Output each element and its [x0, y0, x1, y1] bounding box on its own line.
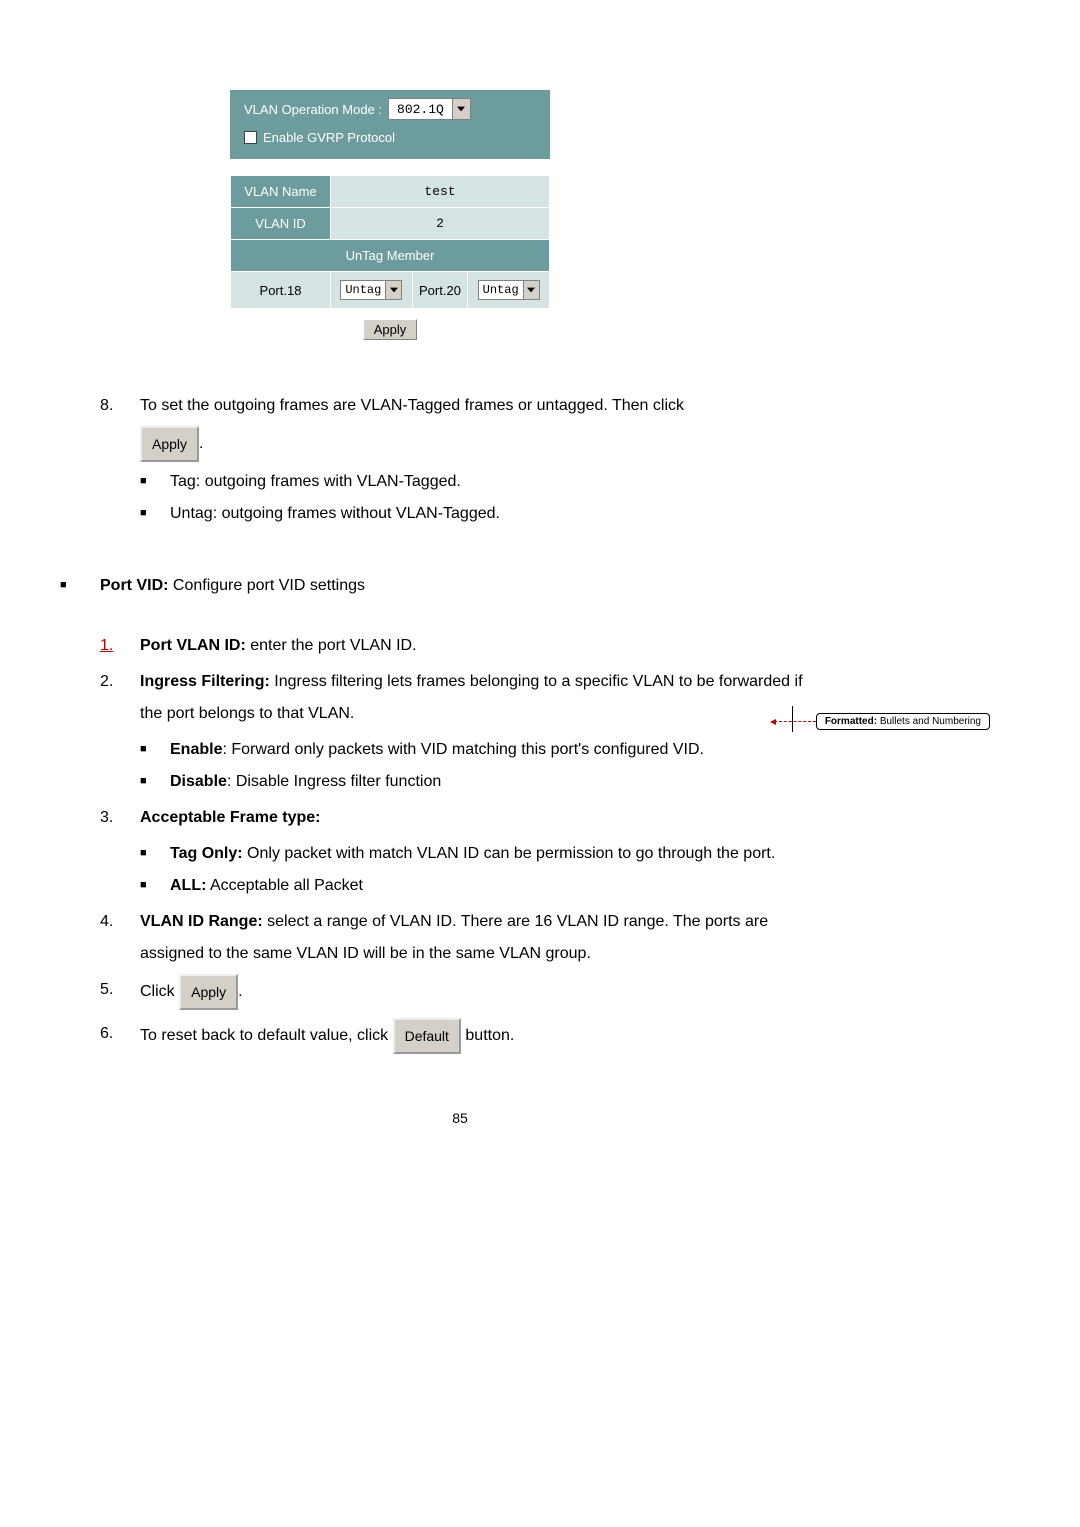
revision-bubble: Formatted: Bullets and Numbering [816, 713, 990, 730]
vlan-id-header: VLAN ID [231, 208, 331, 240]
chevron-down-icon [385, 281, 401, 299]
untag-member-header: UnTag Member [231, 240, 550, 272]
item1-bold: Port VLAN ID: [140, 637, 246, 654]
item5-number: 5. [100, 974, 140, 1010]
step8-text: To set the outgoing frames are VLAN-Tagg… [140, 397, 684, 414]
step8-bullet-tag: Tag: outgoing frames with VLAN-Tagged. [170, 466, 461, 498]
item4-bold: VLAN ID Range: [140, 913, 263, 930]
apply-button[interactable]: Apply [363, 319, 418, 340]
mode-label: VLAN Operation Mode : [244, 102, 382, 117]
apply-button-inline[interactable]: Apply [140, 426, 199, 462]
vlan-name-value: test [331, 176, 550, 208]
step8-number: 8. [100, 390, 140, 422]
item2-b1-rest: : Forward only packets with VID matching… [222, 741, 703, 758]
item2-number: 2. [100, 666, 140, 730]
chevron-down-icon [523, 281, 539, 299]
revision-rest: Bullets and Numbering [877, 716, 981, 727]
vlan-id-value: 2 [331, 208, 550, 240]
vlan-name-header: VLAN Name [231, 176, 331, 208]
item2-b2-rest: : Disable Ingress filter function [227, 773, 441, 790]
item6-text-a: To reset back to default value, click [140, 1027, 393, 1044]
portvid-rest: Configure port VID settings [168, 577, 365, 594]
chevron-down-icon [452, 99, 470, 119]
item3-b1-bold: Tag Only: [170, 845, 243, 862]
bullet-icon [140, 766, 170, 798]
page-number: 85 [100, 1104, 820, 1132]
port20-select[interactable]: Untag [478, 280, 540, 300]
bullet-icon [140, 498, 170, 530]
step8-period: . [199, 435, 203, 452]
default-button-inline[interactable]: Default [393, 1018, 461, 1054]
revision-leader-line [774, 721, 816, 722]
step8-bullet-untag: Untag: outgoing frames without VLAN-Tagg… [170, 498, 500, 530]
port20-label: Port.20 [412, 272, 468, 309]
item2-b1-bold: Enable [170, 741, 222, 758]
port18-label: Port.18 [231, 272, 331, 309]
gvrp-label: Enable GVRP Protocol [263, 130, 395, 145]
item1-rest: enter the port VLAN ID. [246, 637, 417, 654]
port18-value: Untag [341, 283, 385, 297]
item3-number: 3. [100, 802, 140, 834]
bullet-icon [140, 466, 170, 498]
document-body: 8. To set the outgoing frames are VLAN-T… [100, 390, 820, 1132]
portvid-bold: Port VID: [100, 577, 168, 594]
item2-bold: Ingress Filtering: [140, 673, 270, 690]
item2-b2-bold: Disable [170, 773, 227, 790]
vlan-table: VLAN Name test VLAN ID 2 UnTag Member Po… [230, 175, 550, 309]
item5-period: . [238, 983, 242, 1000]
item6-number: 6. [100, 1018, 140, 1054]
bullet-icon [140, 734, 170, 766]
revision-bold: Formatted: [825, 716, 877, 727]
item1-number: 1. [100, 630, 140, 662]
gvrp-checkbox[interactable] [244, 131, 257, 144]
item6-text-b: button. [465, 1027, 514, 1044]
port18-select[interactable]: Untag [340, 280, 402, 300]
bullet-icon [60, 570, 100, 602]
vlan-mode-select[interactable]: 802.1Q [388, 98, 471, 120]
item3-b2-bold: ALL: [170, 877, 206, 894]
item3-b2-rest: Acceptable all Packet [206, 877, 363, 894]
vlan-config-panel: VLAN Operation Mode : 802.1Q Enable GVRP… [230, 90, 550, 350]
vlan-mode-value: 802.1Q [389, 102, 452, 117]
port20-value: Untag [479, 283, 523, 297]
apply-button-inline[interactable]: Apply [179, 974, 238, 1010]
item3-bold: Acceptable Frame type: [140, 809, 321, 826]
item4-number: 4. [100, 906, 140, 970]
item3-b1-rest: Only packet with match VLAN ID can be pe… [243, 845, 776, 862]
bullet-icon [140, 870, 170, 902]
bullet-icon [140, 838, 170, 870]
item5-text: Click [140, 983, 179, 1000]
revision-callout: Formatted: Bullets and Numbering [774, 713, 990, 730]
